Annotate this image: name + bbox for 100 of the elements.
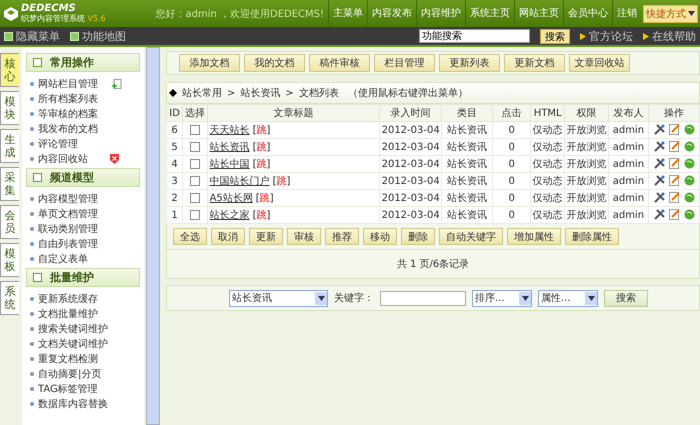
menu-item[interactable]: 内容回收站: [26, 151, 140, 166]
tools-icon[interactable]: [654, 192, 665, 204]
menu-item[interactable]: 内容模型管理: [26, 191, 140, 206]
batch-button[interactable]: 更新: [249, 228, 283, 245]
article-title-link[interactable]: 站长之家: [210, 210, 250, 221]
side-tab[interactable]: 系统: [0, 281, 19, 315]
category-cell: 站长资讯: [442, 156, 492, 172]
row-checkbox[interactable]: [190, 158, 200, 169]
row-checkbox[interactable]: [190, 176, 200, 186]
row-checkbox[interactable]: [190, 192, 200, 203]
batch-button[interactable]: 删除属性: [565, 228, 619, 245]
menu-item[interactable]: 联动类别管理: [26, 221, 140, 236]
menu-item[interactable]: 我发布的文档: [26, 121, 140, 136]
article-title-link[interactable]: A5站长网: [210, 193, 253, 204]
toolbar-link[interactable]: 功能地图: [70, 28, 126, 44]
row-checkbox[interactable]: [190, 142, 200, 152]
side-tab[interactable]: 采集: [0, 167, 19, 201]
batch-button[interactable]: 增加属性: [507, 228, 561, 245]
menu-item[interactable]: 文档关键词维护: [26, 336, 140, 351]
article-title-link[interactable]: 天天站长: [210, 125, 250, 136]
column-header: 操作: [648, 104, 700, 122]
side-tab[interactable]: 模块: [0, 91, 19, 125]
jump-tag[interactable]: [跳]: [272, 176, 290, 187]
edit-icon[interactable]: [668, 209, 680, 220]
tools-icon[interactable]: [654, 209, 665, 220]
batch-button[interactable]: 推荐: [325, 228, 359, 245]
menu-group-header[interactable]: 批量维护: [26, 268, 140, 287]
article-title-link[interactable]: 站长中国: [210, 159, 250, 170]
clicks-cell: 0: [492, 122, 531, 138]
menu-item[interactable]: TAG标签管理: [26, 381, 140, 396]
help-link[interactable]: 在线帮助: [643, 28, 696, 44]
menu-item[interactable]: 自由列表管理: [26, 236, 140, 251]
action-button[interactable]: 我的文档: [244, 54, 305, 72]
batch-button[interactable]: 移动: [363, 228, 397, 245]
search-button[interactable]: 搜索: [604, 290, 648, 306]
tools-icon[interactable]: [654, 175, 665, 186]
edit-icon[interactable]: [668, 192, 680, 204]
breadcrumb-item[interactable]: 站长常用: [182, 86, 222, 100]
welcome-text: 您好：admin ，欢迎使用DEDECMS!: [155, 8, 324, 20]
row-checkbox[interactable]: [190, 124, 200, 135]
batch-button[interactable]: 全选: [173, 228, 207, 245]
menu-item[interactable]: 更新系统缓存: [26, 291, 140, 306]
menu-item[interactable]: 自动摘要|分页: [26, 366, 140, 381]
action-button[interactable]: 稿件审核: [309, 54, 370, 72]
arrow-icon: [580, 32, 586, 40]
batch-button[interactable]: 取消: [211, 228, 245, 245]
action-button[interactable]: 更新文档: [504, 54, 565, 72]
search-button[interactable]: 搜索: [540, 28, 570, 44]
side-tab[interactable]: 生成: [0, 129, 19, 163]
edit-icon[interactable]: [668, 124, 680, 136]
search-field[interactable]: 功能搜索: [419, 29, 530, 43]
article-title-link[interactable]: 站长资讯: [210, 142, 250, 153]
side-tab[interactable]: 核心: [0, 53, 19, 87]
menu-item[interactable]: 单页文档管理: [26, 206, 140, 221]
menu-item[interactable]: 数据库内容替换: [26, 396, 140, 411]
action-button[interactable]: 栏目管理: [374, 54, 435, 72]
attribute-select[interactable]: 属性...: [538, 290, 598, 306]
article-title-link[interactable]: 中国站长门户: [210, 176, 270, 187]
jump-tag[interactable]: [跳]: [252, 210, 270, 221]
edit-icon[interactable]: [668, 175, 680, 186]
row-checkbox[interactable]: [190, 210, 200, 220]
side-tab[interactable]: 会员: [0, 205, 19, 239]
edit-icon[interactable]: [668, 158, 680, 170]
menu-group-header[interactable]: 常用操作: [26, 53, 140, 72]
shortcut-button[interactable]: 快捷方式: [643, 4, 698, 22]
menu-item[interactable]: 所有档案列表: [26, 91, 140, 106]
bullet-icon: [30, 296, 34, 300]
tools-icon[interactable]: [654, 124, 665, 136]
category-select[interactable]: 站长资讯: [229, 290, 328, 306]
jump-tag[interactable]: [跳]: [252, 159, 270, 170]
id-cell: 2: [166, 190, 183, 206]
menu-item[interactable]: 自定义表单: [26, 251, 140, 266]
batch-button[interactable]: 自动关键字: [439, 228, 503, 245]
menu-item[interactable]: 网站栏目管理: [26, 76, 140, 91]
keyword-field[interactable]: [380, 290, 466, 306]
edit-icon[interactable]: [668, 141, 680, 152]
breadcrumb-item[interactable]: 站长资讯: [240, 86, 280, 100]
jump-tag[interactable]: [跳]: [252, 142, 270, 153]
menu-item[interactable]: 评论管理: [26, 136, 140, 151]
menu-group-header[interactable]: 频道模型: [26, 168, 140, 187]
tools-icon[interactable]: [654, 158, 665, 170]
scrollbar[interactable]: [146, 47, 160, 425]
tools-icon[interactable]: [654, 141, 665, 152]
menu-item[interactable]: 搜索关键词维护: [26, 321, 140, 336]
column-header: HTML: [530, 104, 564, 122]
menu-item[interactable]: 文档批量维护: [26, 306, 140, 321]
menu-item[interactable]: 等审核的档案: [26, 106, 140, 121]
action-button[interactable]: 更新列表: [439, 54, 500, 72]
jump-tag[interactable]: [跳]: [256, 193, 274, 204]
batch-button[interactable]: 审核: [287, 228, 321, 245]
batch-button[interactable]: 删除: [401, 228, 435, 245]
sort-select[interactable]: 排序...: [472, 290, 532, 306]
action-button[interactable]: 文章回收站: [569, 54, 630, 72]
help-link[interactable]: 官方论坛: [580, 28, 633, 44]
jump-tag[interactable]: [跳]: [252, 125, 270, 136]
action-button[interactable]: 添加文档: [179, 54, 240, 72]
side-tab[interactable]: 模板: [0, 243, 19, 277]
menu-item[interactable]: 重复文档检测: [26, 351, 140, 366]
toolbar-link[interactable]: 隐藏菜单: [4, 28, 60, 44]
breadcrumb-item[interactable]: 文档列表: [298, 86, 339, 100]
